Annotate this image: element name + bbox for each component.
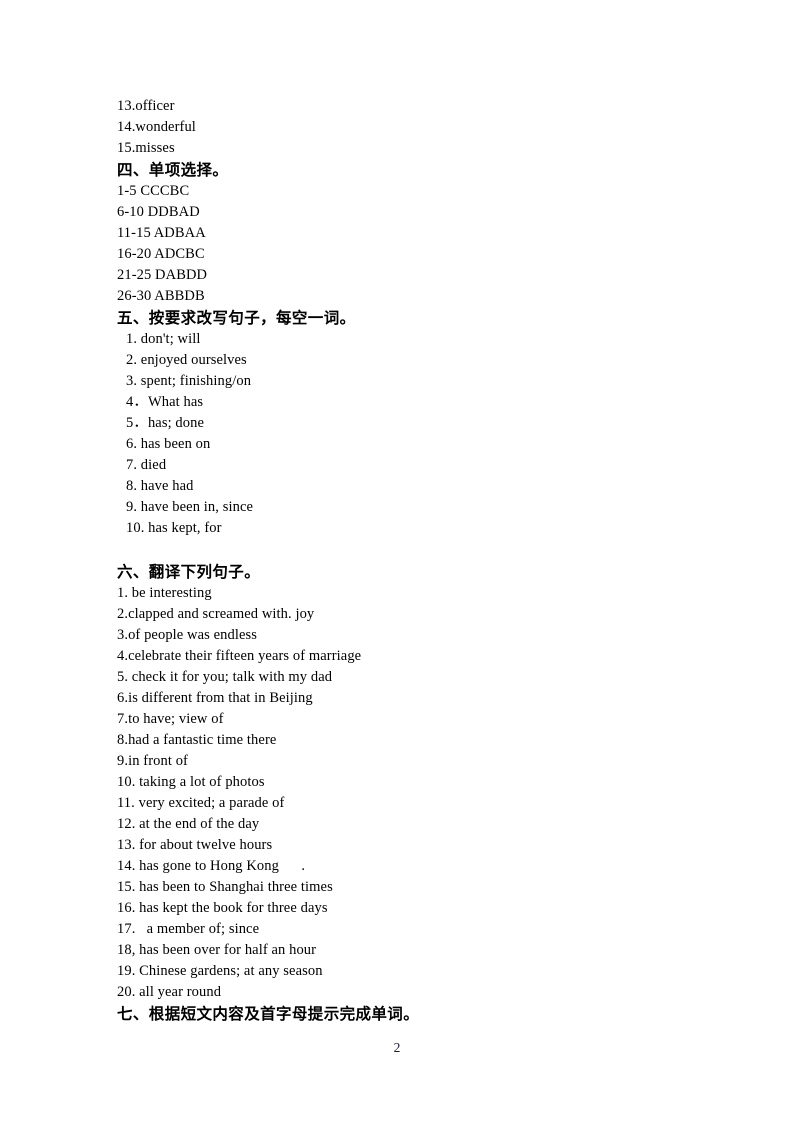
answer-line: 1-5 CCCBC xyxy=(117,183,190,199)
answer-line: 20. all year round xyxy=(117,984,222,1000)
answer-line: 3. spent; finishing/on xyxy=(126,373,252,389)
answer-line: 13. for about twelve hours xyxy=(117,837,273,853)
answer-line: 14. has gone to Hong Kong . xyxy=(117,858,306,874)
answer-line: 9.in front of xyxy=(117,753,188,769)
answer-line: 5. check it for you; talk with my dad xyxy=(117,669,333,685)
answer-line: 1. don't; will xyxy=(126,331,201,347)
answer-line: 2. enjoyed ourselves xyxy=(126,352,247,368)
answer-line: 17. a member of; since xyxy=(117,921,260,937)
answer-line: 18, has been over for half an hour xyxy=(117,942,317,958)
answer-line: 6-10 DDBAD xyxy=(117,204,200,220)
answer-line: 10. has kept, for xyxy=(126,520,222,536)
section-heading: 四、单项选择。 xyxy=(117,161,229,179)
answer-line: 4.celebrate their fifteen years of marri… xyxy=(117,648,362,664)
answer-line: 16-20 ADCBC xyxy=(117,246,205,262)
answer-line: 15. has been to Shanghai three times xyxy=(117,879,333,895)
answer-line: 6. has been on xyxy=(126,436,211,452)
answer-line: 3.of people was endless xyxy=(117,627,258,643)
answer-line: 19. Chinese gardens; at any season xyxy=(117,963,323,979)
document-body: 13.officer 14.wonderful 15.misses 四、单项选择。 1-… xyxy=(117,96,677,1025)
document-page: 13.officer 14.wonderful 15.misses 四、单项选择。 1-… xyxy=(0,0,794,1123)
answer-line: 14.wonderful xyxy=(117,119,196,135)
answer-line: 16. has kept the book for three days xyxy=(117,900,328,916)
section-heading: 六、翻译下列句子。 xyxy=(117,563,261,581)
answer-line: 7. died xyxy=(126,457,167,473)
section-heading: 七、根据短文内容及首字母提示完成单词。 xyxy=(117,1005,420,1023)
answer-line: 6.is different from that in Beijing xyxy=(117,690,313,706)
answer-line: 15.misses xyxy=(117,140,175,156)
section-heading: 五、按要求改写句子，每空一词。 xyxy=(117,309,356,327)
answer-line: 8. have had xyxy=(126,478,194,494)
answer-line: 10. taking a lot of photos xyxy=(117,774,265,790)
answer-line: 5．has; done xyxy=(126,415,205,431)
answer-line: 26-30 ABBDB xyxy=(117,288,205,304)
answer-line: 9. have been in, since xyxy=(126,499,254,515)
page-number: 2 xyxy=(393,1040,401,1055)
answer-line: 2.clapped and screamed with. joy xyxy=(117,606,315,622)
answer-line: 21-25 DABDD xyxy=(117,267,208,283)
answer-line: 4．What has xyxy=(126,394,204,410)
answer-line: 11. very excited; a parade of xyxy=(117,795,285,811)
answer-line: 11-15 ADBAA xyxy=(117,225,206,241)
answer-line: 12. at the end of the day xyxy=(117,816,260,832)
answer-line: 13.officer xyxy=(117,98,175,114)
answer-line: 7.to have; view of xyxy=(117,711,224,727)
answer-line: 1. be interesting xyxy=(117,585,212,601)
answer-line: 8.had a fantastic time there xyxy=(117,732,277,748)
